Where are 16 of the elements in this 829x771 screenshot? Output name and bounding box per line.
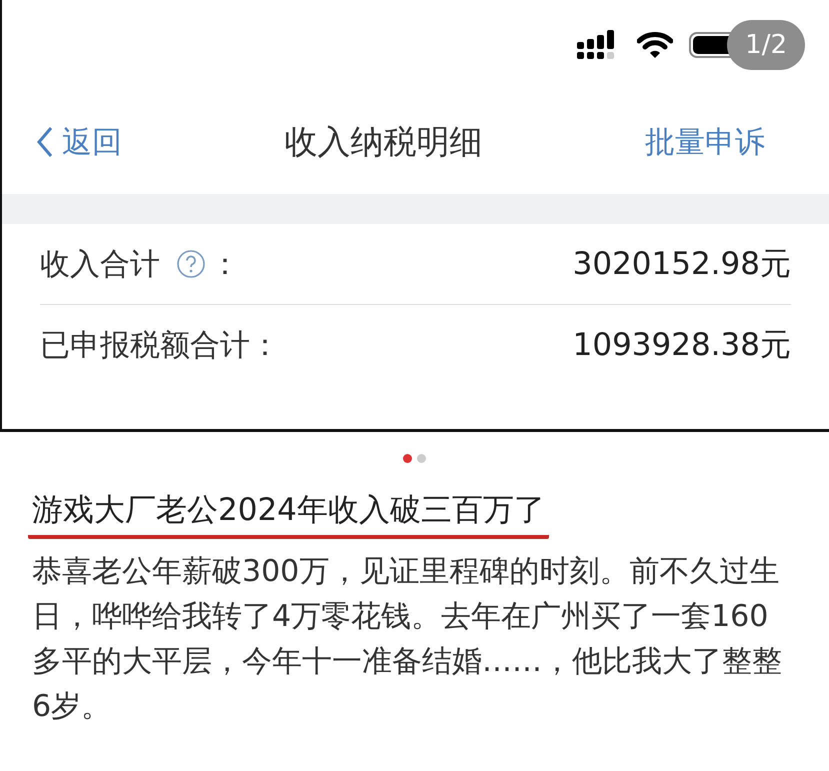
amount-value: 3020152.98元 [572,245,791,284]
help-icon[interactable] [176,249,206,279]
colon-mark: ： [210,246,240,284]
row-label: 已申报税额合计： [40,326,280,364]
batch-appeal-link[interactable]: 批量申诉 [645,122,765,162]
post-title: 游戏大厂老公2024年收入破三百万了 [28,489,549,539]
carousel-dot[interactable] [403,454,412,463]
page-counter: 1/2 [727,20,805,70]
wifi-icon [637,31,674,59]
back-chevron-icon [36,126,54,158]
page-title: 收入纳税明细 [284,120,482,162]
amount-value: 1093928.38元 [572,326,791,365]
row-label: 收入合计 [40,246,160,284]
post-body: 恭喜老公年薪破300万，见证里程碑的时刻。前不久过生日，哗哗给我转了4万零花钱。去年在广州买了一套160多平的大平层，今年十一准备结婚……，他比我大了整整6岁。 [32,553,783,726]
carousel-dot[interactable] [417,454,426,463]
back-button[interactable]: 返回 [36,122,122,162]
